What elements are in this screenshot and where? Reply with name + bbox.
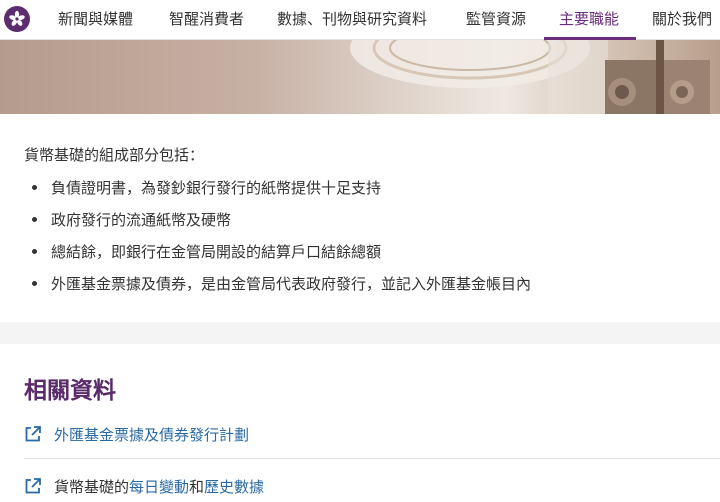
nav-item-data-publications[interactable]: 數據、刊物與研究資料 — [277, 0, 427, 40]
link-divider — [24, 458, 720, 459]
related-info-section: 相關資料 外匯基金票據及債券發行計劃 貨幣基礎的 每日變動 和 歷史數據 — [0, 344, 720, 502]
main-content: 貨幣基礎的組成部分包括： 負債證明書，為發鈔銀行發行的紙幣提供十足支持 政府發行… — [0, 114, 720, 322]
link-text-and: 和 — [189, 477, 205, 496]
nav-item-regulatory-resources[interactable]: 監管資源 — [466, 0, 526, 40]
list-item: 外匯基金票據及債券，是由金管局代表政府發行，並記入外匯基金帳目內 — [24, 273, 531, 305]
historical-data-link[interactable]: 歷史數據 — [204, 476, 264, 497]
nav-item-news-media[interactable]: 新聞與媒體 — [58, 0, 133, 40]
nav-item-smart-consumers[interactable]: 智醒消費者 — [169, 0, 244, 40]
nav-item-key-functions[interactable]: 主要職能 — [544, 0, 636, 40]
list-item: 負債證明書，為發鈔銀行發行的紙幣提供十足支持 — [24, 177, 531, 209]
list-item: 總結餘，即銀行在金管局開設的結算戶口結餘總額 — [24, 241, 531, 273]
external-link-icon — [25, 426, 41, 442]
hkma-logo-icon[interactable] — [4, 6, 30, 32]
related-link-monetary-base-data: 貨幣基礎的 每日變動 和 歷史數據 — [24, 474, 264, 498]
top-navigation: 新聞與媒體 智醒消費者 數據、刊物與研究資料 監管資源 主要職能 關於我們 — [0, 0, 720, 40]
related-info-title: 相關資料 — [24, 378, 116, 404]
related-link-efbn-programme[interactable]: 外匯基金票據及債券發行計劃 — [24, 422, 249, 446]
related-link-label[interactable]: 外匯基金票據及債券發行計劃 — [54, 424, 249, 445]
intro-text: 貨幣基礎的組成部分包括： — [24, 146, 205, 164]
link-text-prefix: 貨幣基礎的 — [54, 477, 130, 496]
list-item: 政府發行的流通紙幣及硬幣 — [24, 209, 531, 241]
external-link-icon — [25, 478, 41, 494]
section-divider-band — [0, 322, 720, 344]
daily-changes-link[interactable]: 每日變動 — [129, 476, 189, 497]
component-list: 負債證明書，為發鈔銀行發行的紙幣提供十足支持 政府發行的流通紙幣及硬幣 總結餘，… — [24, 177, 531, 305]
nav-item-about-us[interactable]: 關於我們 — [652, 0, 712, 40]
hero-banner-image — [0, 40, 720, 114]
